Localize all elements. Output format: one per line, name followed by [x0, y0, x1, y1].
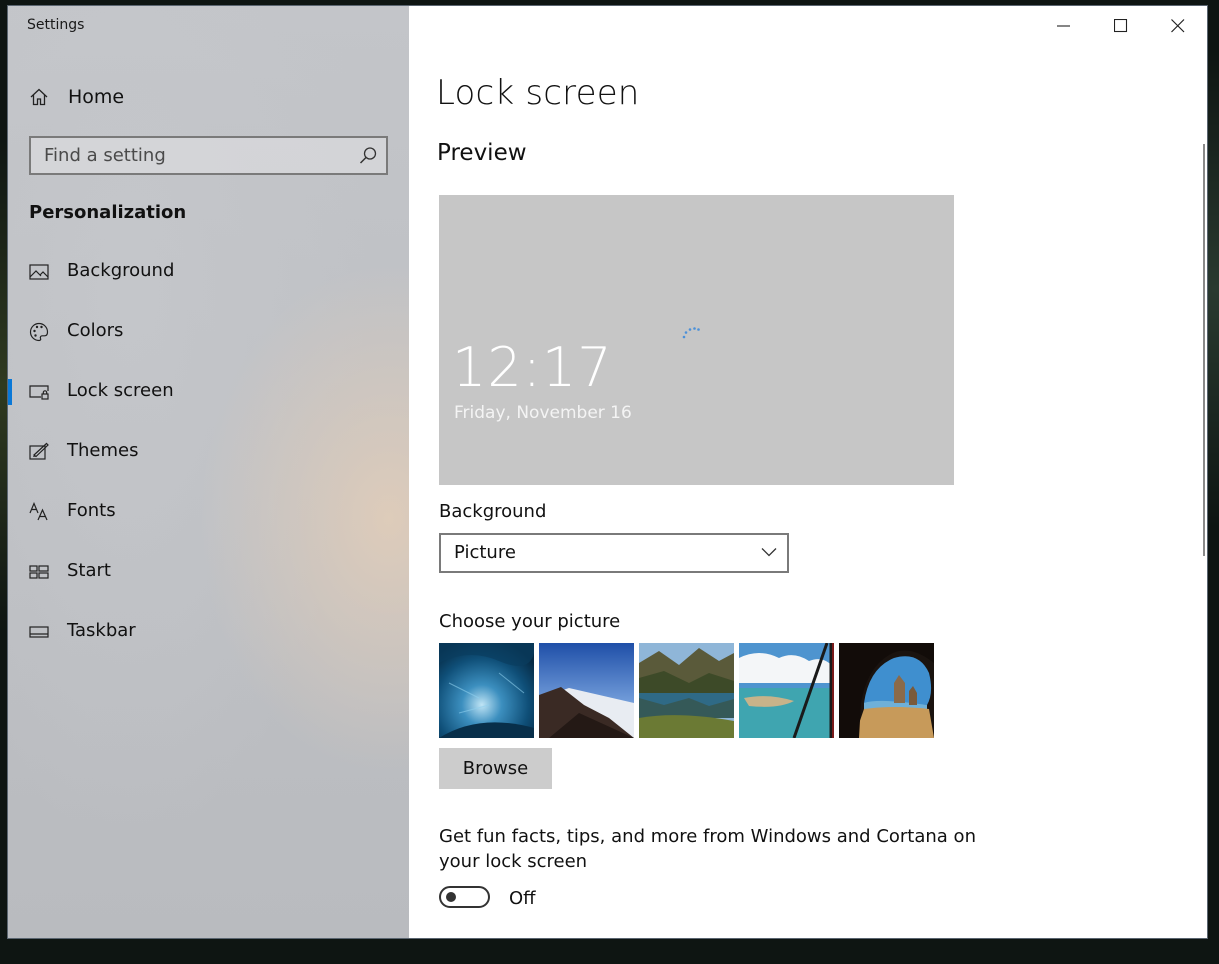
sidebar-item-label: Colors [67, 320, 124, 341]
home-icon [29, 87, 49, 107]
preview-date: Friday, November 16 [454, 403, 632, 423]
section-title: Personalization [29, 202, 187, 223]
maximize-button[interactable] [1093, 6, 1149, 46]
search-input[interactable] [31, 138, 351, 173]
sidebar-item-start[interactable]: Start [8, 549, 409, 595]
sidebar-item-background[interactable]: Background [8, 249, 409, 295]
minimize-icon [1057, 25, 1070, 27]
fonts-icon [29, 501, 49, 522]
picture-thumbnail-cave-arch[interactable] [839, 643, 934, 738]
sidebar-item-fonts[interactable]: Fonts [8, 489, 409, 535]
maximize-icon [1114, 19, 1128, 33]
tips-toggle[interactable] [439, 886, 490, 908]
picture-thumbnail-lake-reflection[interactable] [639, 643, 734, 738]
preview-heading: Preview [437, 140, 527, 166]
picture-thumbnail-mountain-sky[interactable] [539, 643, 634, 738]
page-title: Lock screen [436, 73, 640, 113]
tips-description: Get fun facts, tips, and more from Windo… [439, 826, 976, 872]
sidebar-item-themes[interactable]: Themes [8, 429, 409, 475]
lock-screen-icon [29, 382, 49, 402]
sidebar-item-taskbar[interactable]: Taskbar [8, 609, 409, 655]
search-icon[interactable] [359, 146, 378, 165]
sidebar: Settings Home Personalization Background [8, 6, 409, 938]
home-label: Home [68, 86, 125, 108]
scrollbar[interactable] [1203, 144, 1205, 556]
sidebar-item-lock-screen[interactable]: Lock screen [8, 369, 409, 415]
choose-picture-label: Choose your picture [439, 611, 621, 632]
picture-icon [29, 262, 49, 282]
close-icon [1171, 19, 1185, 33]
selection-indicator [8, 379, 12, 405]
sidebar-item-label: Fonts [67, 500, 116, 521]
browse-button[interactable]: Browse [439, 748, 552, 789]
background-dropdown[interactable]: Picture [439, 533, 789, 573]
preview-time: 12:17 [452, 336, 613, 399]
start-icon [29, 562, 49, 582]
close-button[interactable] [1150, 6, 1206, 46]
app-title: Settings [27, 17, 85, 33]
sidebar-item-label: Taskbar [67, 620, 136, 641]
sidebar-item-colors[interactable]: Colors [8, 309, 409, 355]
lock-screen-preview: 12:17 Friday, November 16 [439, 195, 954, 485]
loading-spinner-icon [682, 327, 700, 339]
sidebar-item-label: Background [67, 260, 175, 281]
search-box [29, 136, 388, 175]
chevron-down-icon [761, 548, 777, 557]
minimize-button[interactable] [1036, 6, 1092, 46]
taskbar-icon [29, 622, 49, 642]
background-label: Background [439, 501, 547, 522]
themes-icon [29, 442, 49, 462]
picture-thumbnail-ice-cave[interactable] [439, 643, 534, 738]
background-dropdown-value: Picture [454, 542, 516, 563]
home-nav-item[interactable]: Home [8, 76, 409, 118]
sidebar-item-label: Lock screen [67, 380, 174, 401]
tips-toggle-state: Off [509, 888, 536, 909]
palette-icon [29, 322, 49, 342]
sidebar-item-label: Start [67, 560, 111, 581]
sidebar-item-label: Themes [67, 440, 139, 461]
settings-window: Settings Home Personalization Background [8, 6, 1207, 938]
picture-thumbnail-beach-window[interactable] [739, 643, 834, 738]
toggle-knob [446, 892, 456, 902]
main-content: Lock screen Preview 12:17 Friday, Novemb… [409, 6, 1207, 938]
